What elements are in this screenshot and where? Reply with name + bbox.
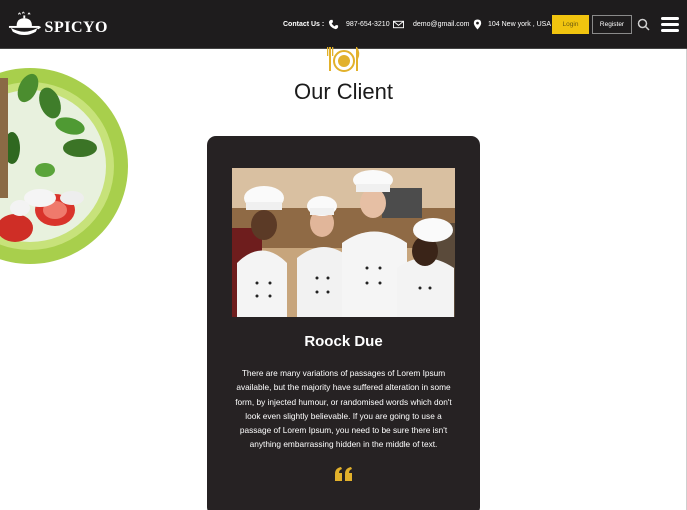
chefs-photo [232, 168, 455, 317]
login-button[interactable]: Login [552, 15, 589, 34]
location-pin-icon [472, 0, 483, 49]
mail-icon [393, 0, 404, 49]
contact-location: 104 New york , USA [488, 21, 552, 28]
brand-name: SPICYO [44, 19, 108, 36]
hamburger-menu-icon[interactable] [661, 17, 679, 32]
quote-icon [334, 466, 354, 482]
client-name: Roock Due [304, 333, 383, 350]
search-icon[interactable] [637, 18, 650, 31]
client-card: Roock Due There are many variations of p… [207, 136, 480, 510]
brand-logo[interactable]: SPICYO [8, 8, 108, 42]
top-navbar: SPICYO Contact Us : 987-654-3210 demo@gm… [0, 0, 687, 49]
client-testimonial: There are many variations of passages of… [235, 368, 452, 450]
plate-cutlery-icon [327, 45, 361, 73]
contact-phone[interactable]: 987-654-3210 [346, 0, 390, 49]
phone-icon [328, 0, 339, 49]
section-title: Our Client [293, 79, 394, 104]
contact-label: Contact Us : [283, 21, 325, 28]
contact-email[interactable]: demo@gmail.com [413, 0, 470, 49]
register-button[interactable]: Register [592, 15, 632, 34]
chef-pan-icon [8, 11, 41, 36]
